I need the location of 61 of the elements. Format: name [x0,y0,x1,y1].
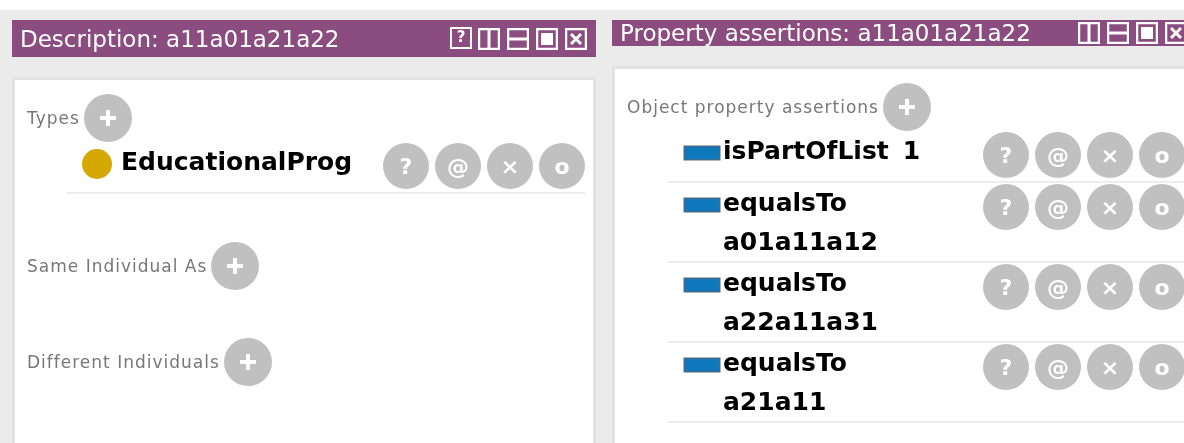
property-icon [683,145,721,161]
row-action-button[interactable]: × [487,143,533,189]
property-icon [683,277,721,293]
split-vertical-icon [478,27,500,50]
maximize-button[interactable] [535,26,559,51]
maximize-icon [1136,22,1158,44]
view-title: Property assertions: a11a01a21a22 [620,20,1031,46]
plus-icon [896,97,917,117]
individual-name[interactable]: 1 [902,131,921,170]
split-vertical-button[interactable] [477,26,501,51]
maximize-icon [536,27,558,50]
row-action-button[interactable]: × [1087,264,1133,310]
row-action-button[interactable]: ? [983,132,1029,178]
row-action-button[interactable]: ? [383,143,429,189]
class-dot-icon [81,148,113,180]
individual-name[interactable]: a22a11a31 [723,302,878,341]
individual-name[interactable]: a01a11a12 [723,222,878,261]
close-button[interactable] [564,26,588,51]
split-horizontal-button[interactable] [506,26,530,51]
class-name[interactable]: EducationalProg [121,142,353,181]
property-name[interactable]: equalsTo [723,183,847,222]
section-label: Same Individual As [27,256,208,276]
split-horizontal-icon [1107,22,1129,44]
split-vertical-button[interactable] [1077,21,1101,45]
row-action-button[interactable]: @ [435,143,481,189]
row-action-button[interactable]: × [1087,132,1133,178]
section-label: Object property assertions [627,97,879,117]
row-action-button[interactable]: × [1087,344,1133,390]
close-button[interactable] [1164,21,1184,45]
maximize-button[interactable] [1135,21,1159,45]
plus-icon [225,256,246,276]
section-label: Types [27,108,80,128]
property-name[interactable]: equalsTo [723,343,847,382]
row-action-button[interactable]: ? [983,344,1029,390]
row-action-button[interactable]: o [1139,132,1184,178]
split-horizontal-button[interactable] [1106,21,1130,45]
property-name[interactable]: isPartOfList [723,131,889,170]
close-icon [565,27,587,50]
section-label: Different Individuals [27,352,220,372]
row-action-button[interactable]: o [1139,184,1184,230]
help-button[interactable]: ? [450,26,472,49]
row-action-button[interactable]: @ [1035,184,1081,230]
individual-name[interactable]: a21a11 [723,382,827,421]
row-action-button[interactable]: o [539,143,585,189]
row-action-button[interactable]: @ [1035,344,1081,390]
view-title: Description: a11a01a21a22 [20,25,340,52]
split-vertical-icon [1078,22,1100,44]
property-icon [683,197,721,213]
split-horizontal-icon [507,27,529,50]
row-action-button[interactable]: ? [983,264,1029,310]
row-action-button[interactable]: o [1139,264,1184,310]
property-icon [683,357,721,373]
row-action-button[interactable]: @ [1035,132,1081,178]
row-action-button[interactable]: × [1087,184,1133,230]
row-action-button[interactable]: o [1139,344,1184,390]
plus-icon [97,108,118,128]
plus-icon [237,352,258,372]
close-icon [1165,22,1184,44]
row-action-button[interactable]: ? [983,184,1029,230]
row-action-button[interactable]: @ [1035,264,1081,310]
property-name[interactable]: equalsTo [723,263,847,302]
